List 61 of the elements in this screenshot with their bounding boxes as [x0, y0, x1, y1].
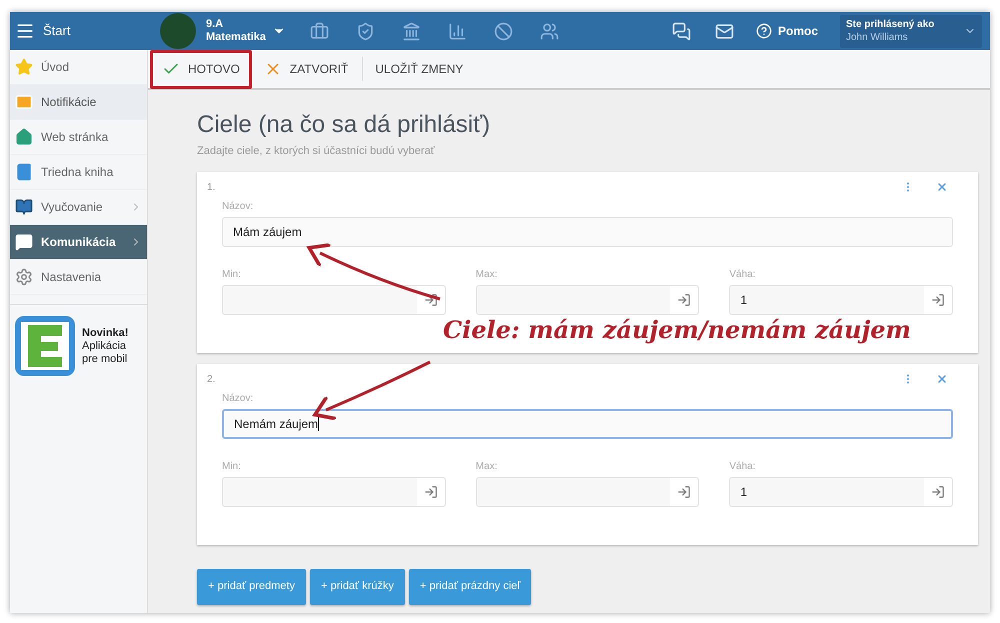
- close-button[interactable]: ZATVORIŤ: [252, 60, 360, 78]
- shield-icon[interactable]: [356, 22, 375, 40]
- import-icon: [931, 292, 946, 306]
- number-field[interactable]: [476, 284, 700, 314]
- done-button[interactable]: HOTOVO: [150, 50, 252, 88]
- field-label: Názov:: [222, 200, 254, 214]
- number-field[interactable]: [222, 284, 446, 314]
- number-field[interactable]: [222, 476, 446, 506]
- number-field[interactable]: 1: [729, 284, 954, 314]
- field-label: Max:: [476, 460, 498, 474]
- star-icon: [15, 58, 33, 76]
- sidebar-item[interactable]: Triedna kniha: [10, 155, 147, 190]
- goal-number: 1.: [207, 180, 216, 194]
- field-label: Váha:: [729, 460, 756, 474]
- field-label: Min:: [222, 268, 242, 282]
- field-label: Min:: [222, 460, 242, 474]
- save-button[interactable]: ULOŽIŤ ZMENY: [363, 60, 476, 78]
- field-label: Max:: [476, 268, 498, 282]
- app-logo-icon: [14, 315, 76, 377]
- annotation-text: Ciele: mám záujem/nemám záujem: [443, 314, 911, 346]
- chat-icon: [15, 233, 33, 251]
- number-field[interactable]: [476, 476, 700, 506]
- import-icon: [677, 484, 692, 498]
- house-icon: [15, 128, 33, 146]
- sidebar-item[interactable]: Notifikácie: [10, 85, 147, 120]
- people-icon[interactable]: [540, 22, 559, 40]
- briefcase-icon[interactable]: [310, 22, 329, 40]
- text-field[interactable]: Mám záujem: [222, 216, 953, 246]
- sidebar-item[interactable]: Nastavenia: [10, 260, 147, 295]
- circle-icon[interactable]: [494, 22, 513, 40]
- chat-icon[interactable]: [672, 22, 691, 40]
- field-label: Váha:: [729, 268, 756, 282]
- import-icon: [931, 484, 946, 498]
- page-subtitle: Zadajte ciele, z ktorých si účastníci budú vyberať: [197, 144, 436, 159]
- add-button[interactable]: + pridať prázdny cieľ: [408, 568, 532, 604]
- open-book-icon: [15, 198, 33, 216]
- goal-number: 2.: [207, 372, 216, 386]
- sidebar-item[interactable]: Web stránka: [10, 120, 147, 155]
- import-icon: [677, 292, 692, 306]
- class-avatar: [160, 13, 196, 49]
- start-menu-button[interactable]: Štart: [10, 12, 148, 50]
- help-button[interactable]: Pomoc: [756, 22, 818, 40]
- number-field[interactable]: 1: [729, 476, 954, 506]
- gear-icon: [15, 268, 33, 286]
- field-label: Názov:: [222, 392, 254, 406]
- bank-icon[interactable]: [402, 22, 421, 40]
- add-button[interactable]: + pridať predmety: [197, 568, 306, 604]
- sidebar-item[interactable]: Komunikácia: [10, 225, 147, 260]
- add-button[interactable]: + pridať krúžky: [310, 568, 405, 604]
- import-icon: [424, 484, 438, 498]
- close-icon[interactable]: [936, 181, 948, 193]
- mail-icon[interactable]: [714, 22, 734, 40]
- close-icon[interactable]: [936, 373, 948, 385]
- import-icon: [424, 292, 438, 306]
- class-selector[interactable]: 9.A Matematika: [206, 18, 286, 44]
- page-title: Ciele (na čo sa dá prihlásiť): [197, 110, 492, 140]
- promo-text[interactable]: Novinka! Aplikácia pre mobil: [82, 326, 128, 366]
- user-menu[interactable]: Ste prihlásený ako John Williams: [840, 14, 982, 48]
- help-icon: [756, 23, 772, 39]
- text-field[interactable]: Nemám záujem: [222, 408, 953, 438]
- bar-chart-icon[interactable]: [448, 22, 467, 40]
